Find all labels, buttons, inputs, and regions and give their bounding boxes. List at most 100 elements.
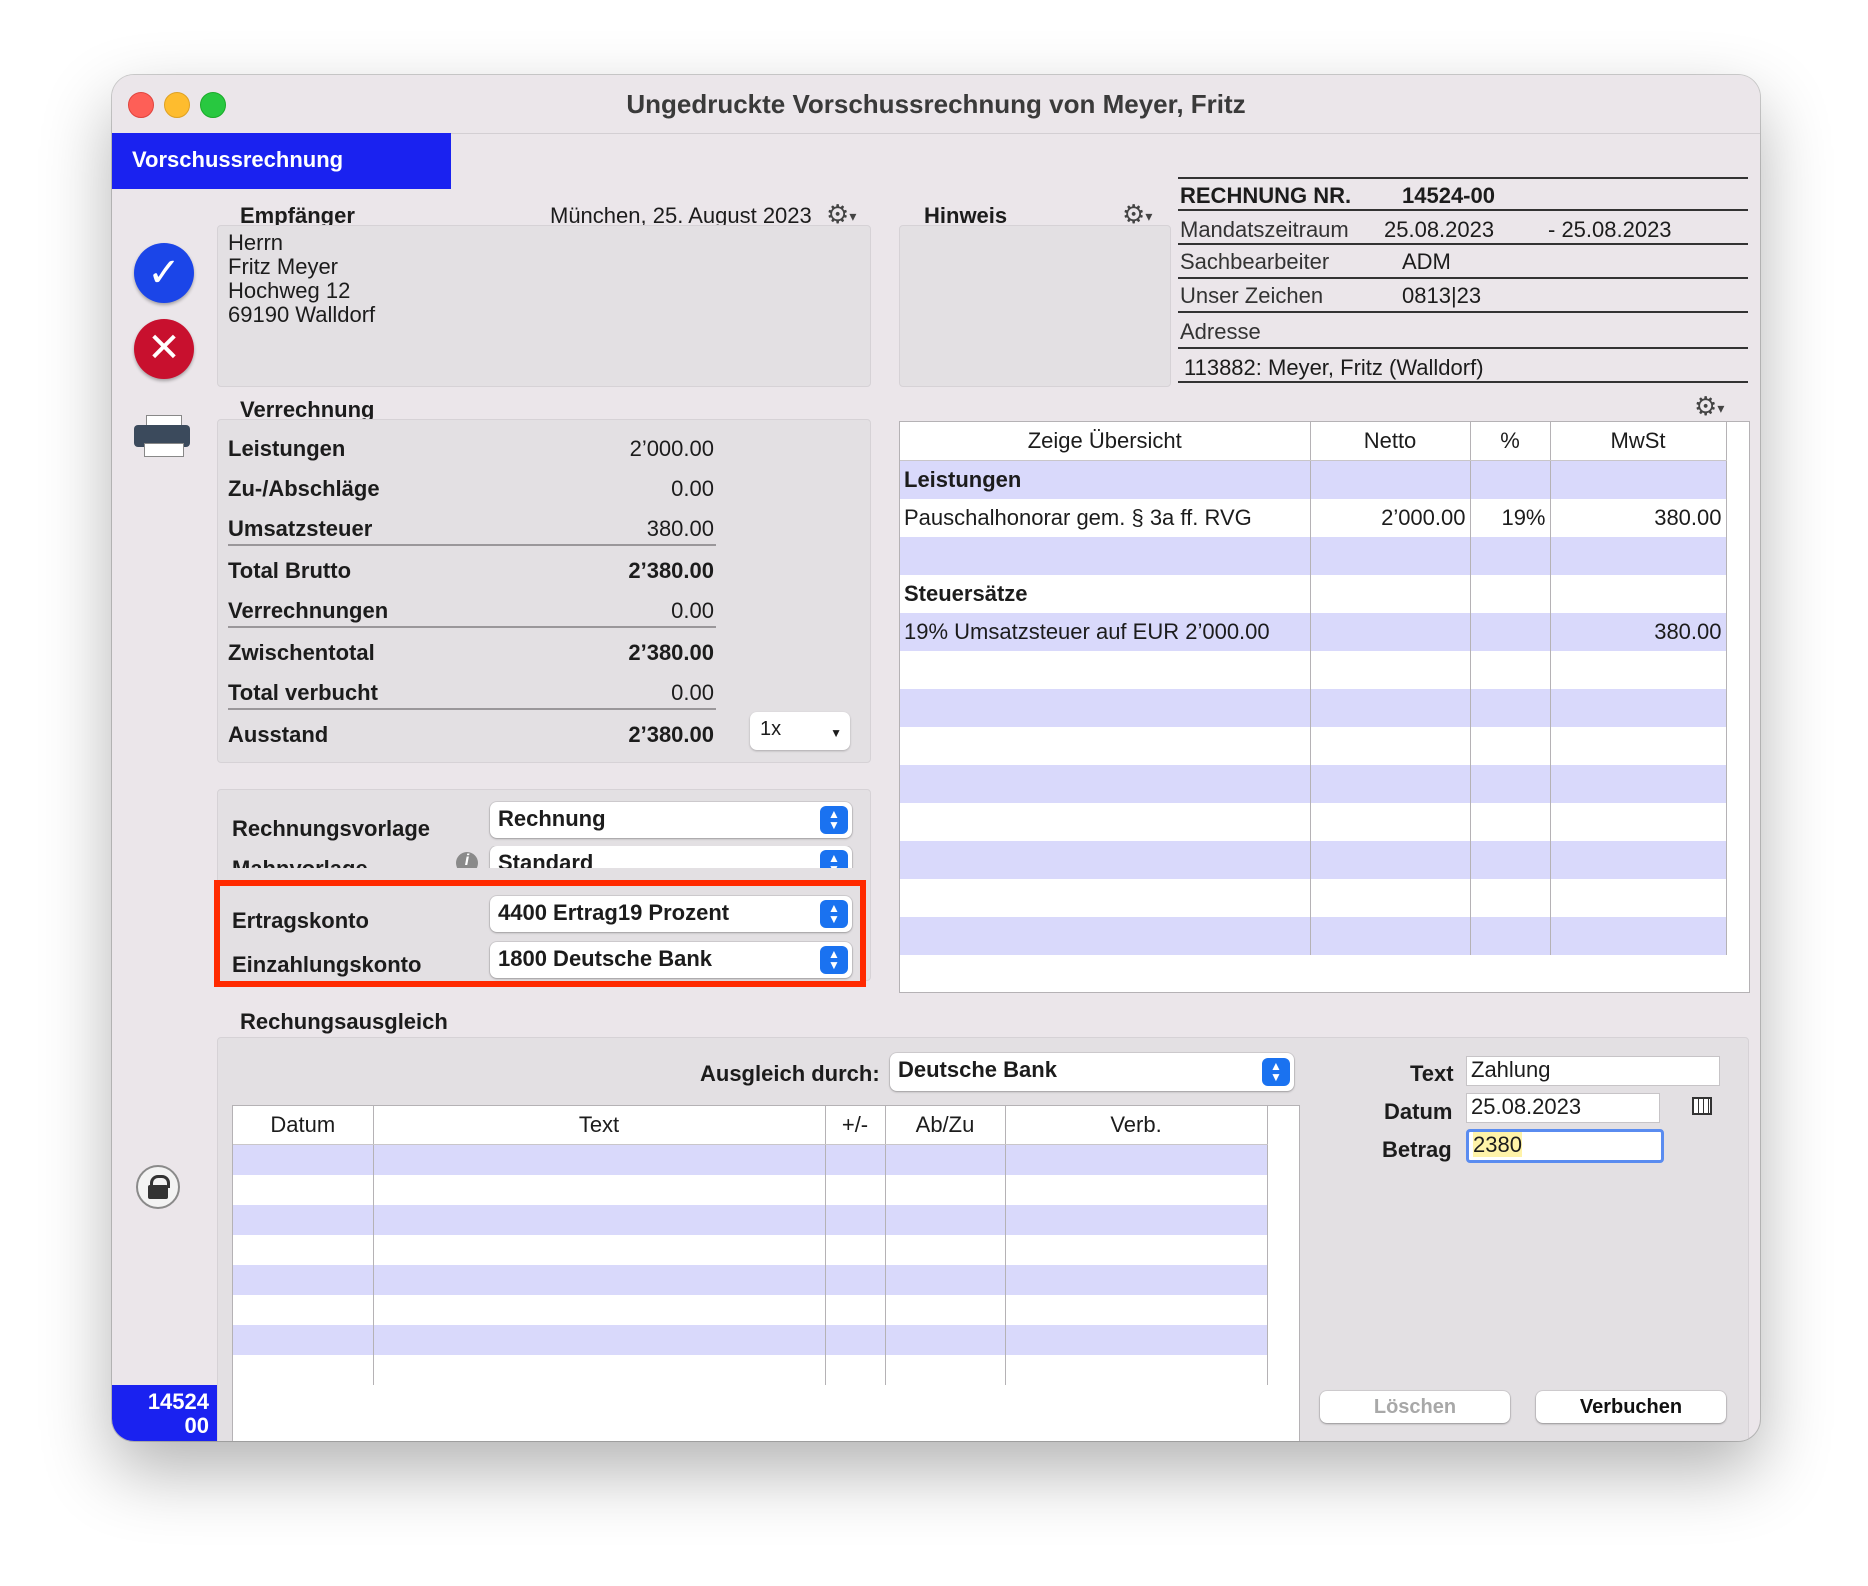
- info-icon[interactable]: i: [456, 852, 478, 868]
- overview-cell: [1310, 917, 1471, 955]
- overview-cell: [1550, 537, 1727, 575]
- overview-cell: 19% Umsatzsteuer auf EUR 2’000.00: [900, 613, 1311, 651]
- overview-row[interactable]: 19% Umsatzsteuer auf EUR 2’000.00 380.00: [900, 613, 1727, 651]
- chevron-down-icon: ▼: [830, 726, 842, 740]
- overview-cell: [1550, 727, 1727, 765]
- column-header[interactable]: Netto: [1310, 422, 1471, 461]
- payment-amount-value: 2380: [1473, 1132, 1522, 1157]
- settlement-label: Zwischentotal: [228, 640, 375, 665]
- column-header[interactable]: Datum: [233, 1106, 374, 1145]
- column-header[interactable]: Text: [373, 1106, 826, 1145]
- overview-cell: [900, 765, 1311, 803]
- payment-row[interactable]: [233, 1325, 1268, 1355]
- confirm-checkmark-icon[interactable]: ✓: [134, 243, 194, 303]
- overview-cell: [1470, 537, 1551, 575]
- deposit-account-select[interactable]: 1800 Deutsche Bank ▲ ▼: [490, 942, 852, 978]
- overview-row[interactable]: [900, 765, 1727, 803]
- settlement-label: Leistungen: [228, 436, 346, 461]
- stepper-arrows-icon: ▲▼: [820, 946, 848, 974]
- overview-table-frame: Zeige Übersicht Netto % MwSt Leistungen P…: [899, 421, 1750, 993]
- payment-row[interactable]: [233, 1175, 1268, 1205]
- column-header[interactable]: MwSt: [1550, 422, 1727, 461]
- column-header[interactable]: Ab/Zu: [885, 1106, 1006, 1145]
- overview-cell: [900, 689, 1311, 727]
- column-header[interactable]: %: [1470, 422, 1551, 461]
- overview-gear-icon[interactable]: ⚙▾: [1694, 393, 1724, 419]
- recipient-line: Herrn: [228, 230, 284, 255]
- reminder-template-row: Mahnvorlage i Standard ▲▼: [218, 846, 870, 868]
- overview-row[interactable]: [900, 727, 1727, 765]
- payment-cell: [825, 1355, 886, 1385]
- settlement-label: Total Brutto: [228, 558, 352, 583]
- payment-cell: [885, 1205, 1006, 1235]
- payment-row[interactable]: [233, 1235, 1268, 1265]
- settlement-value: 2’380.00: [628, 640, 714, 665]
- settlement-label: Total verbucht: [228, 680, 378, 705]
- overview-cell: Pauschalhonorar gem. § 3a ff. RVG: [900, 499, 1311, 537]
- overview-row[interactable]: [900, 841, 1727, 879]
- payment-cell: [373, 1265, 826, 1295]
- overview-cell: [1470, 803, 1551, 841]
- recipient-box[interactable]: Herrn Fritz Meyer Hochweg 12 69190 Walld…: [217, 225, 871, 387]
- payment-row[interactable]: [233, 1295, 1268, 1325]
- period-from[interactable]: 25.08.2023: [1384, 217, 1494, 243]
- overview-header-row: Zeige Übersicht Netto % MwSt: [900, 422, 1727, 461]
- overview-row[interactable]: [900, 651, 1727, 689]
- payment-method-value: Deutsche Bank: [898, 1057, 1057, 1082]
- overview-row[interactable]: Pauschalhonorar gem. § 3a ff. RVG 2’000.0…: [900, 499, 1727, 537]
- payment-table: Datum Text +/- Ab/Zu Verb.: [233, 1106, 1268, 1385]
- overview-row[interactable]: [900, 689, 1727, 727]
- overview-cell: 380.00: [1550, 499, 1727, 537]
- overview-row[interactable]: [900, 803, 1727, 841]
- overview-cell: [1470, 613, 1551, 651]
- multiplier-select[interactable]: 1x ▼: [750, 712, 850, 750]
- printer-icon[interactable]: [134, 415, 192, 457]
- payment-row[interactable]: [233, 1265, 1268, 1295]
- overview-cell: [1310, 841, 1471, 879]
- reference-value[interactable]: 0813|23: [1402, 283, 1481, 309]
- overview-cell: [1310, 803, 1471, 841]
- payment-cell: [1005, 1175, 1268, 1205]
- overview-cell: 380.00: [1550, 613, 1727, 651]
- payment-date-field[interactable]: 25.08.2023: [1466, 1093, 1660, 1123]
- overview-row[interactable]: Steuersätze: [900, 575, 1727, 613]
- overview-row[interactable]: [900, 879, 1727, 917]
- overview-row[interactable]: [900, 917, 1727, 955]
- overview-cell: [1470, 460, 1551, 499]
- overview-cell: Leistungen: [900, 460, 1311, 499]
- period-to[interactable]: - 25.08.2023: [1548, 217, 1672, 243]
- book-button[interactable]: Verbuchen: [1536, 1391, 1726, 1423]
- column-header[interactable]: Zeige Übersicht: [900, 422, 1311, 461]
- payment-text-field[interactable]: Zahlung: [1466, 1056, 1720, 1086]
- deposit-account-value: 1800 Deutsche Bank: [498, 946, 712, 971]
- tab-vorschussrechnung[interactable]: Vorschussrechnung: [112, 133, 451, 189]
- payment-cell: [233, 1325, 374, 1355]
- payment-cell: [233, 1295, 374, 1325]
- invoice-template-select[interactable]: Rechnung ▲ ▼: [490, 802, 852, 838]
- revenue-account-select[interactable]: 4400 Ertrag19 Prozent ▲ ▼: [490, 896, 852, 932]
- payment-amount-field[interactable]: 2380: [1466, 1129, 1664, 1163]
- overview-cell: [900, 727, 1311, 765]
- payment-row[interactable]: [233, 1205, 1268, 1235]
- column-header[interactable]: +/-: [825, 1106, 886, 1145]
- overview-row[interactable]: Leistungen: [900, 460, 1727, 499]
- overview-cell: [1470, 917, 1551, 955]
- payment-row[interactable]: [233, 1355, 1268, 1385]
- note-box[interactable]: [899, 225, 1171, 387]
- clerk-value[interactable]: ADM: [1402, 249, 1451, 275]
- lock-icon[interactable]: [136, 1165, 180, 1209]
- recipient-gear-icon[interactable]: ⚙▾: [826, 201, 856, 227]
- overview-row[interactable]: [900, 537, 1727, 575]
- cancel-x-icon[interactable]: ✕: [134, 319, 194, 379]
- payment-row[interactable]: [233, 1144, 1268, 1175]
- payment-header-row: Datum Text +/- Ab/Zu Verb.: [233, 1106, 1268, 1145]
- column-header[interactable]: Verb.: [1005, 1106, 1268, 1145]
- reminder-template-select[interactable]: Standard ▲▼: [490, 846, 852, 868]
- delete-button[interactable]: Löschen: [1320, 1391, 1510, 1423]
- calendar-icon[interactable]: [1692, 1097, 1712, 1115]
- payment-text-label: Text: [1410, 1061, 1454, 1086]
- payment-method-select[interactable]: Deutsche Bank ▲ ▼: [890, 1053, 1294, 1091]
- note-gear-icon[interactable]: ⚙▾: [1122, 201, 1152, 227]
- title-bar: Ungedruckte Vorschussrechnung von Meyer,…: [112, 75, 1760, 134]
- address-value[interactable]: 113882: Meyer, Fritz (Walldorf): [1184, 355, 1484, 381]
